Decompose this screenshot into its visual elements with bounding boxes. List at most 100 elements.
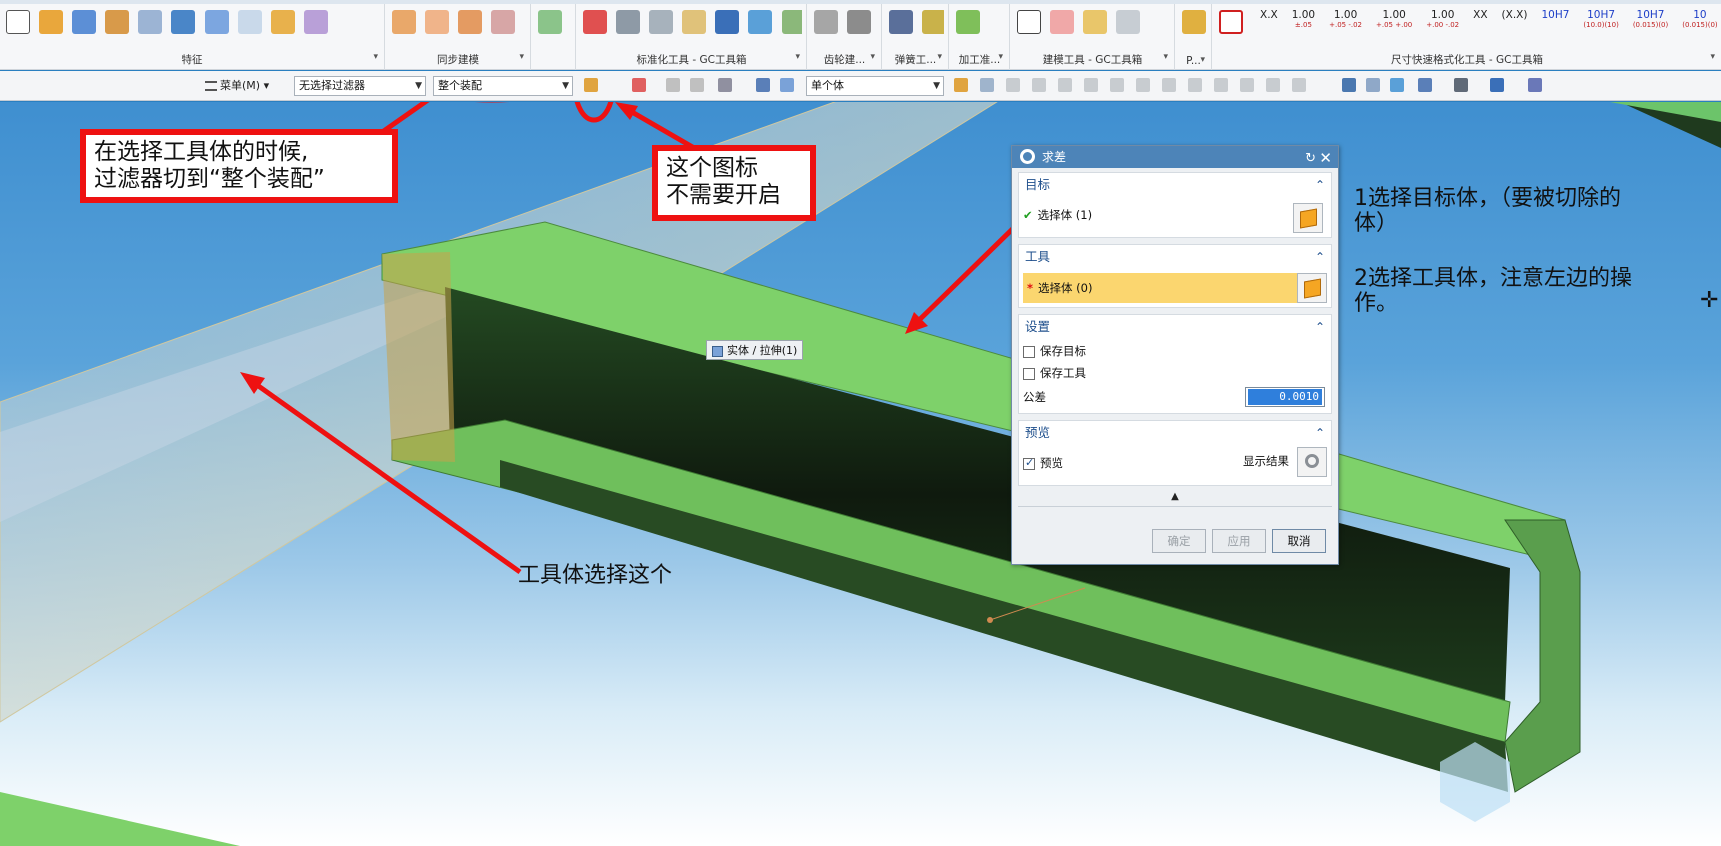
arrow-icon[interactable]	[980, 78, 994, 92]
dim-format-button[interactable]: (X.X)	[1502, 10, 1528, 21]
circle-icon[interactable]	[1188, 78, 1202, 92]
spline-icon[interactable]	[1110, 78, 1124, 92]
shell-icon[interactable]	[204, 10, 229, 34]
keep-tool-checkbox[interactable]	[1023, 367, 1035, 380]
channel-end-face[interactable]	[1504, 519, 1581, 793]
type-filter-select[interactable]: 无选择过滤器 ▼	[294, 76, 426, 96]
datum-icon[interactable]	[237, 10, 262, 34]
triangle-icon[interactable]	[1017, 10, 1041, 34]
reset-icon[interactable]: ↻	[1305, 148, 1316, 170]
select-body-button[interactable]	[1293, 203, 1323, 233]
collapse-icon[interactable]: ⌃	[1315, 245, 1325, 269]
pattern-icon[interactable]	[105, 10, 130, 34]
table-icon[interactable]	[1050, 10, 1075, 34]
dim-format-button[interactable]: 10H7	[1541, 10, 1569, 21]
ribbon-group-label[interactable]: P...	[1176, 55, 1211, 67]
ribbon-group-label[interactable]: 标准化工具 - GC工具箱	[577, 52, 806, 67]
collapse-icon[interactable]: ⌃	[1315, 173, 1325, 197]
ok-button[interactable]: 确定	[1152, 529, 1206, 553]
tangent-icon[interactable]	[1058, 78, 1072, 92]
point-icon[interactable]	[1006, 78, 1020, 92]
snap-icon[interactable]	[954, 78, 968, 92]
dim-format-button[interactable]: X.X	[1260, 10, 1278, 21]
coins-icon[interactable]	[1182, 10, 1206, 34]
show-result-button[interactable]	[1297, 447, 1327, 477]
grid-icon[interactable]	[1292, 78, 1306, 92]
edge-blend-icon[interactable]	[270, 10, 295, 34]
center-icon[interactable]	[1162, 78, 1176, 92]
body-rule-select[interactable]: 单个体 ▼	[806, 76, 944, 96]
select-body-button[interactable]	[1297, 273, 1327, 303]
apply-button[interactable]: 应用	[1212, 529, 1266, 553]
view-icon[interactable]	[1266, 78, 1280, 92]
ribbon-group-label[interactable]: 特征	[0, 52, 384, 67]
rotate-icon[interactable]	[1390, 78, 1404, 92]
preview-section-header[interactable]: 预览 ⌃	[1019, 421, 1331, 445]
dim-format-button[interactable]: 1.00 +.05 +.00	[1376, 10, 1412, 29]
normal-icon[interactable]	[1136, 78, 1150, 92]
wrench-icon[interactable]	[748, 10, 773, 34]
unite-icon[interactable]	[171, 10, 196, 34]
lower-green-edge[interactable]	[0, 792, 240, 846]
keep-target-checkbox[interactable]	[1023, 345, 1035, 358]
fit-icon[interactable]	[1342, 78, 1356, 92]
tolerance-input[interactable]: 0.0010	[1245, 387, 1325, 407]
target-select-row[interactable]: ✔ 选择体 (1)	[1023, 203, 1327, 237]
offset-region-icon[interactable]	[458, 10, 483, 34]
dim-format-button[interactable]: XX	[1473, 10, 1487, 21]
show-hide-icon[interactable]	[756, 78, 770, 92]
zoom-icon[interactable]	[1366, 78, 1380, 92]
collapse-icon[interactable]: ⌃	[1315, 421, 1325, 445]
frame-icon[interactable]	[583, 10, 607, 34]
delete-face-icon[interactable]	[491, 10, 516, 34]
tool-select-row[interactable]: * 选择体 (0)	[1023, 273, 1327, 303]
keep-tool-row[interactable]: 保存工具	[1023, 365, 1327, 381]
edges-icon[interactable]	[1528, 78, 1542, 92]
menu-button[interactable]: 菜单(M) ▾	[205, 77, 269, 93]
ribbon-group-label[interactable]: 加工准...	[950, 52, 1009, 67]
slash-icon[interactable]	[1240, 78, 1254, 92]
shading-icon[interactable]	[1490, 78, 1504, 92]
dim-format-button[interactable]: 1.00 +.05 -.02	[1329, 10, 1362, 29]
deselect-icon[interactable]	[690, 78, 704, 92]
dialog-titlebar[interactable]: 求差 ↻ ✕	[1012, 146, 1338, 168]
ribbon-group-label[interactable]: 齿轮建...	[808, 52, 881, 67]
keep-target-row[interactable]: 保存目标	[1023, 343, 1327, 359]
block-icon[interactable]	[72, 10, 97, 34]
sketch-icon[interactable]	[6, 10, 30, 34]
selection-scope-select[interactable]: 整个装配 ▼	[433, 76, 573, 96]
collapse-icon[interactable]: ⌃	[1315, 315, 1325, 339]
gear-icon[interactable]	[814, 10, 838, 34]
tolerance-icon[interactable]	[1116, 10, 1141, 34]
dim-format-button[interactable]: 10 (0.015)(0)	[1682, 10, 1717, 29]
gear-icon[interactable]	[1020, 149, 1035, 164]
plate-icon[interactable]	[649, 10, 674, 34]
move-face-icon[interactable]	[392, 10, 416, 34]
target-section-header[interactable]: 目标 ⌃	[1019, 173, 1331, 197]
ribbon-group-label[interactable]: 尺寸快速格式化工具 - GC工具箱	[1213, 52, 1721, 67]
ribbon-group-label[interactable]: 建模工具 - GC工具箱	[1011, 52, 1174, 67]
expand-toggle[interactable]: ▲	[1012, 491, 1338, 502]
dim-format-button[interactable]: 1.00 ±.05	[1292, 10, 1315, 29]
ribbon-group-label[interactable]: 同步建模	[386, 52, 530, 67]
render-icon[interactable]	[1454, 78, 1468, 92]
layer-stack-icon[interactable]	[616, 10, 641, 34]
bolt-icon[interactable]	[715, 10, 740, 34]
graphics-viewport[interactable]: 在选择工具体的时候, 过滤器切到“整个装配” 这个图标 不需要开启 工具体选择这…	[0, 102, 1721, 846]
spring-disk-icon[interactable]	[922, 10, 944, 34]
channel-left-end[interactable]	[382, 252, 455, 462]
extrude-icon[interactable]	[39, 10, 64, 34]
close-icon[interactable]: ✕	[1319, 147, 1332, 169]
dim-format-button[interactable]: 1.00 +.00 -.02	[1426, 10, 1459, 29]
lasso-icon[interactable]	[666, 78, 680, 92]
curve-icon[interactable]	[1084, 78, 1098, 92]
pull-face-icon[interactable]	[425, 10, 450, 34]
check-icon[interactable]	[956, 10, 980, 34]
orient-icon[interactable]	[1418, 78, 1432, 92]
hole-icon[interactable]	[138, 10, 163, 34]
tag-icon[interactable]	[682, 10, 707, 34]
ribbon-group-label[interactable]: 弹簧工...	[883, 52, 948, 67]
settings-section-header[interactable]: 设置 ⌃	[1019, 315, 1331, 339]
tool-section-header[interactable]: 工具 ⌃	[1019, 245, 1331, 269]
fastener-icon[interactable]	[781, 10, 802, 34]
